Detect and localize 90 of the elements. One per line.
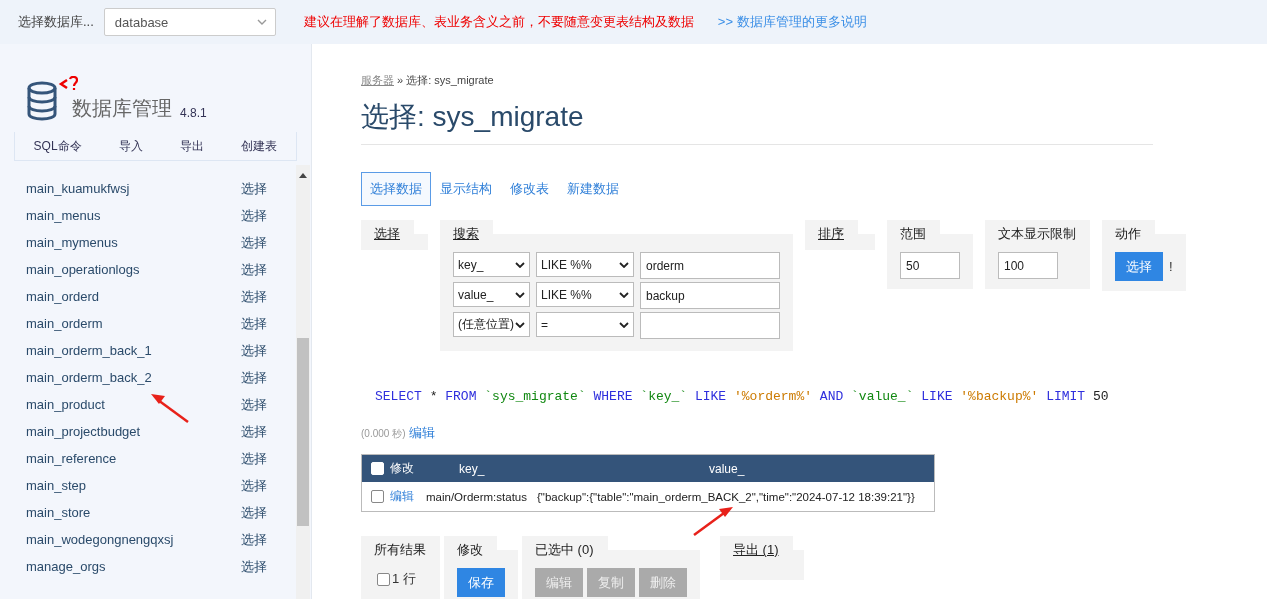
menu-link[interactable]: 导出 [180,137,205,155]
text-limit-input[interactable]: 100 [998,252,1058,279]
menu-link[interactable]: 导入 [118,137,143,155]
select-link[interactable]: 选择 [241,233,267,252]
table-link[interactable]: main_kuamukfwsj [26,181,241,196]
breadcrumb-text: » 选择: sys_migrate [397,74,494,86]
fieldset-legend: 所有结果 [374,542,426,557]
select-link[interactable]: 选择 [241,314,267,333]
fieldset-legend: 范围 [900,226,926,241]
checkbox[interactable] [371,490,384,503]
table-link[interactable]: main_projectbudget [26,424,241,439]
fieldset-legend: 已选中 (0) [535,542,594,557]
table-cell: {"backup":{"table":"main_orderm_BACK_2","time":"2024-07-12 18:39:21"}} [537,490,915,503]
tab[interactable]: 选择数据 [361,172,431,206]
save-button[interactable]: 保存 [457,568,505,597]
column-select[interactable]: key_ [453,252,530,277]
warning-text: 建议在理解了数据库、表业务含义之前，不要随意变更表结构及数据 [303,13,694,31]
table-link[interactable]: main_orderm_back_2 [26,370,241,385]
table-link[interactable]: main_store [26,505,241,520]
table-link[interactable]: main_orderm_back_1 [26,343,241,358]
chevron-icon [619,321,629,328]
select-link[interactable]: 选择 [241,395,267,414]
breadcrumb-link[interactable]: 服务器 [361,74,394,86]
select-button[interactable]: 选择 [1115,252,1163,281]
select-link[interactable]: 选择 [241,260,267,279]
fieldset-legend: 修改 [457,542,483,557]
select-link[interactable]: 选择 [241,422,267,441]
operator-select[interactable]: = [536,312,634,337]
table-link[interactable]: main_reference [26,451,241,466]
value-input[interactable]: backup [640,282,780,309]
select-link[interactable]: 选择 [241,206,267,225]
table-link[interactable]: manage_orgs [26,559,241,574]
tab[interactable]: 修改表 [501,172,558,206]
sql-query: SELECT * FROM `sys_migrate` WHERE `key_` LIKE '%orderm%' AND `value_` LIKE '%backup%' LIMIT 50 [374,389,1110,404]
table-link[interactable]: main_orderd [26,289,241,304]
select-link[interactable]: 选择 [241,368,267,387]
tab[interactable]: 新建数据 [558,172,628,206]
column-header: 修改 [390,460,414,477]
app-title: 数据库管理 [72,96,172,121]
select-link[interactable]: 选择 [241,557,267,576]
operator-select[interactable]: LIKE %% [536,252,634,277]
chevron-icon [619,291,629,298]
caret-icon [256,19,267,25]
annotation-arrow [150,392,190,424]
column-select[interactable]: (任意位置) [453,312,530,337]
table-link[interactable]: main_operationlogs [26,262,241,277]
column-select[interactable]: value_ [453,282,530,307]
table-link[interactable]: main_orderm [26,316,241,331]
limit-input[interactable]: 50 [900,252,960,279]
annotation-arrow [692,505,734,537]
value-input[interactable] [640,312,780,339]
menu-link[interactable]: 创建表 [241,137,278,155]
scrollbar[interactable] [296,165,310,599]
chevron-icon [515,321,525,328]
select-link[interactable]: 选择 [241,503,267,522]
fieldset-legend: 文本显示限制 [998,226,1076,241]
select-link[interactable]: 选择 [241,530,267,549]
select-link[interactable]: 选择 [241,287,267,306]
chevron-icon [515,261,525,268]
database-select[interactable]: database [103,8,276,36]
scrollbar-thumb[interactable] [297,338,309,526]
tab[interactable]: 显示结构 [431,172,501,206]
select-link[interactable]: 选择 [241,341,267,360]
chevron-icon [619,261,629,268]
table-link[interactable]: main_menus [26,208,241,223]
fieldset-legend: 动作 [1115,226,1141,241]
menu-link[interactable]: SQL命令 [33,137,82,155]
table-link[interactable]: main_wodegongnengqxsj [26,532,241,547]
table-link[interactable]: main_mymenus [26,235,241,250]
table-link[interactable]: main_step [26,478,241,493]
checkbox-label: 1 行 [392,570,416,588]
select-link[interactable]: 选择 [241,179,267,198]
chevron-icon [515,291,525,298]
table-cell: main/Orderm:status [426,490,527,503]
table-link[interactable]: main_product [26,397,241,412]
column-header: key_ [459,461,486,476]
scroll-up-icon[interactable] [299,173,307,178]
select-link[interactable]: 选择 [241,449,267,468]
column-header: value_ [709,461,745,476]
select-link[interactable]: 选择 [241,476,267,495]
version-text: 4.8.1 [180,106,207,120]
checkbox[interactable] [377,572,390,586]
query-time: (0.000 秒) [361,428,406,439]
database-label: 选择数据库... [18,13,94,31]
page-heading: 选择: sys_migrate [361,98,1153,145]
shortcut-mark: ! [1169,259,1173,274]
operator-select[interactable]: LIKE %% [536,282,634,307]
edit-link[interactable]: 编辑 [409,425,436,440]
value-input[interactable]: orderm [640,252,780,279]
edit-link[interactable]: 编辑 [390,489,414,504]
